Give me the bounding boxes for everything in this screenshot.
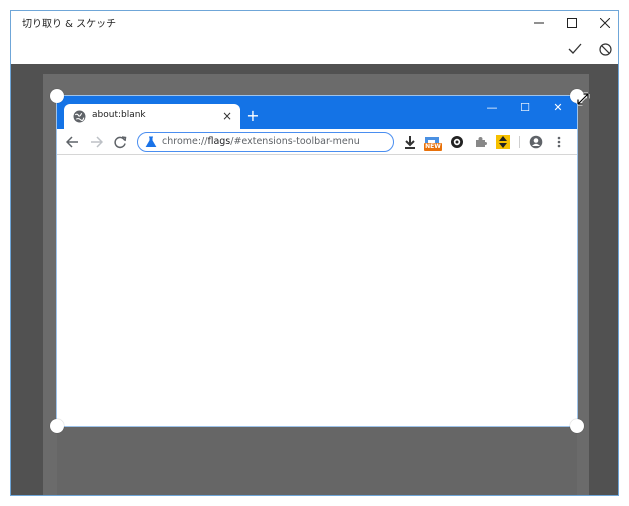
canvas-area: about:blank × + — ☐ ✕ chrome://flags/#ex… bbox=[11, 64, 618, 495]
menu-icon bbox=[557, 136, 561, 148]
new-badge: NEW bbox=[424, 143, 442, 151]
browser-tab-strip: about:blank × + — ☐ ✕ bbox=[57, 96, 577, 129]
resize-handle-bottom-right[interactable] bbox=[570, 419, 584, 433]
title-bar: 切り取り & スケッチ bbox=[11, 11, 618, 34]
close-icon bbox=[599, 17, 610, 28]
download-extension[interactable] bbox=[401, 133, 419, 151]
profile-button[interactable] bbox=[527, 133, 545, 151]
browser-tab[interactable]: about:blank × bbox=[64, 104, 240, 129]
forward-button[interactable] bbox=[87, 133, 105, 151]
cancel-icon bbox=[598, 42, 612, 56]
minimize-icon bbox=[533, 22, 544, 23]
snip-sketch-window: 切り取り & スケッチ about:blank × + — ☐ ✕ chrome… bbox=[10, 10, 619, 496]
back-button[interactable] bbox=[63, 133, 81, 151]
url-path: /#extensions-toolbar-menu bbox=[230, 136, 360, 147]
browser-close-icon[interactable]: ✕ bbox=[543, 100, 573, 114]
new-extension[interactable]: NEW bbox=[424, 133, 442, 151]
resize-handle-bottom-left[interactable] bbox=[50, 419, 64, 433]
address-bar[interactable]: chrome://flags/#extensions-toolbar-menu bbox=[137, 132, 394, 152]
menu-button[interactable] bbox=[550, 133, 568, 151]
selected-snip[interactable]: about:blank × + — ☐ ✕ chrome://flags/#ex… bbox=[56, 95, 578, 427]
url-host: flags bbox=[207, 136, 231, 147]
app-title: 切り取り & スケッチ bbox=[22, 19, 117, 30]
checkmark-icon bbox=[568, 43, 582, 54]
url-scheme: chrome:// bbox=[162, 136, 208, 147]
globe-icon bbox=[73, 110, 86, 123]
minimize-button[interactable] bbox=[522, 11, 555, 34]
resize-cursor-icon bbox=[576, 92, 590, 106]
reload-button[interactable] bbox=[111, 133, 129, 151]
profile-icon bbox=[529, 135, 543, 149]
back-arrow-icon bbox=[65, 136, 78, 148]
tab-close-icon[interactable]: × bbox=[222, 108, 232, 124]
puzzle-extension[interactable] bbox=[471, 133, 489, 151]
extension-puzzle-icon bbox=[475, 136, 487, 147]
extension-arrows-icon bbox=[496, 135, 510, 149]
tab-title: about:blank bbox=[92, 110, 146, 120]
maximize-button[interactable] bbox=[555, 11, 588, 34]
confirm-button[interactable] bbox=[562, 38, 588, 60]
toolbar-divider bbox=[519, 136, 520, 148]
forward-arrow-icon bbox=[90, 136, 103, 148]
download-icon bbox=[405, 135, 415, 149]
address-text: chrome://flags/#extensions-toolbar-menu bbox=[162, 136, 360, 147]
resize-handle-top-left[interactable] bbox=[50, 89, 64, 103]
browser-minimize-icon[interactable]: — bbox=[477, 100, 507, 114]
browser-toolbar: chrome://flags/#extensions-toolbar-menu … bbox=[57, 129, 577, 155]
new-tab-button[interactable]: + bbox=[244, 106, 262, 125]
browser-maximize-icon[interactable]: ☐ bbox=[510, 100, 540, 114]
maximize-icon bbox=[566, 17, 577, 28]
close-button[interactable] bbox=[588, 11, 618, 34]
circle-extension[interactable] bbox=[448, 133, 466, 151]
reload-icon bbox=[113, 135, 126, 148]
flask-icon bbox=[145, 136, 157, 147]
arrows-extension[interactable] bbox=[494, 133, 512, 151]
extension-circle-icon bbox=[451, 136, 463, 148]
cancel-button[interactable] bbox=[592, 38, 618, 60]
action-bar bbox=[11, 34, 618, 64]
